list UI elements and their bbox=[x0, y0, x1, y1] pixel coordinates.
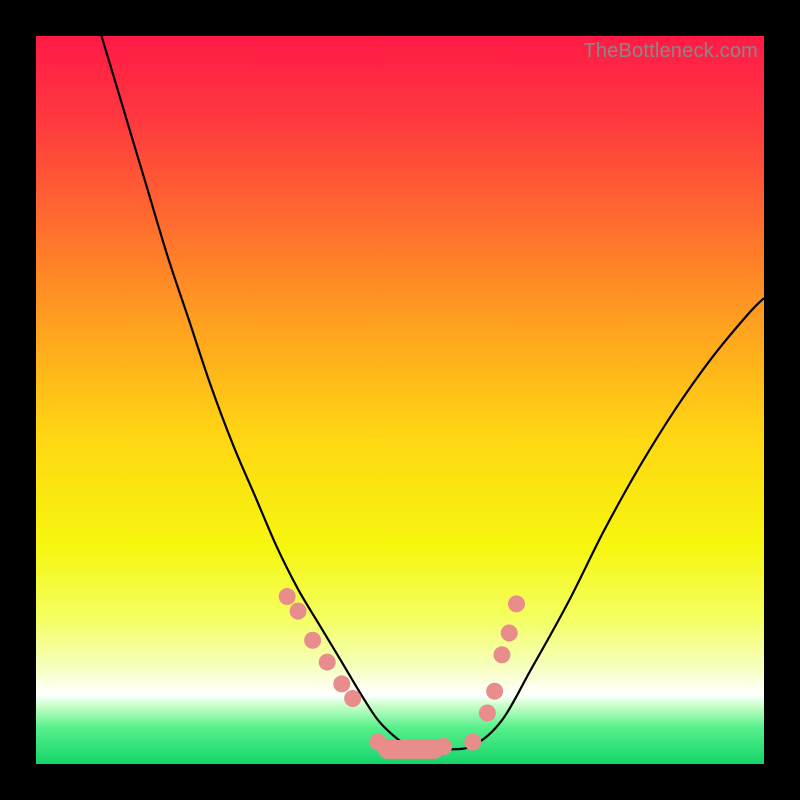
plot-area: TheBottleneck.com bbox=[36, 36, 764, 764]
chart-frame: TheBottleneck.com bbox=[0, 0, 800, 800]
watermark-text: TheBottleneck.com bbox=[36, 36, 764, 764]
